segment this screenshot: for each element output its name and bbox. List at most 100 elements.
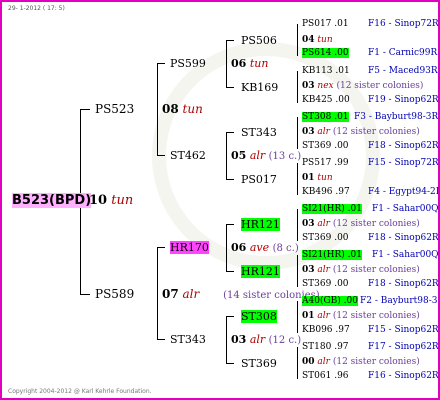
line <box>226 316 227 363</box>
gen5-entry-1: 04 tun <box>302 36 333 45</box>
gen3-type-3: ave <box>249 241 270 254</box>
gen5-line1-3[interactable]: ST308 .01 <box>302 112 349 122</box>
gen5-origin1-6: F1 - Sahar00Q <box>372 250 439 260</box>
gen3-entry-4: 03 alr (12 c.) <box>231 334 301 346</box>
gen3-type-2: alr <box>249 149 266 162</box>
root-year: 10 <box>89 193 108 208</box>
gen3-type-1: tun <box>249 57 269 70</box>
line <box>297 301 298 333</box>
gen5-year-5: 03 <box>302 219 315 229</box>
gen5-line1-4[interactable]: PS517 .99 <box>302 159 349 168</box>
gen3-year-1: 06 <box>231 57 247 70</box>
gen2-queen-1[interactable]: PS523 <box>95 103 134 115</box>
line <box>226 132 234 133</box>
gen5-line1-7[interactable]: A40(GB) .00 <box>302 296 358 306</box>
line <box>226 224 234 225</box>
line <box>226 179 234 180</box>
gen5-sisters-5: (12 sister colonies) <box>332 219 420 229</box>
gen5-year-3: 03 <box>302 127 315 137</box>
gen3-queen-3[interactable]: HR170 <box>170 241 209 254</box>
line <box>297 163 298 195</box>
gen5-sisters-3: (12 sister colonies) <box>332 127 420 137</box>
gen3-queen-1[interactable]: PS599 <box>170 58 206 69</box>
gen5-line1-6[interactable]: SI21(HR) .01 <box>302 250 362 260</box>
gen3-sisters-2: (13 c.) <box>268 151 302 162</box>
root-queen-id[interactable]: B523(BPD) <box>12 193 92 208</box>
gen5-origin1-3: F3 - Bayburt98-3R <box>354 112 439 122</box>
line <box>157 247 158 339</box>
gen2-type-2: alr <box>182 287 200 301</box>
line <box>226 271 234 272</box>
line <box>157 155 165 156</box>
gen5-year-8: 00 <box>302 357 315 367</box>
gen5-line2-8[interactable]: ST061 .96 <box>302 372 349 381</box>
gen5-line2-3[interactable]: ST369 .00 <box>302 142 349 151</box>
gen5-origin2-8: F16 - Sinop62R <box>368 371 439 381</box>
gen5-type-2: nex <box>317 81 334 91</box>
gen4-queen-1[interactable]: PS506 <box>241 35 277 46</box>
gen2-year-1: 08 <box>162 102 179 116</box>
gen3-queen-2[interactable]: ST462 <box>170 150 206 161</box>
line <box>80 109 90 110</box>
gen5-origin1-5: F1 - Sahar00Q <box>372 204 439 214</box>
gen2-entry-1: 08 tun <box>162 103 203 115</box>
header-date: 29- 1-2012 ( 17: 5) <box>8 5 65 12</box>
gen5-year-6: 03 <box>302 265 315 275</box>
gen5-origin1-4: F15 - Sinop72R <box>368 158 439 168</box>
gen5-line1-8[interactable]: ST180 .97 <box>302 343 349 352</box>
line <box>297 71 298 103</box>
gen3-sisters-3: (8 c.) <box>272 243 299 254</box>
gen5-line2-7[interactable]: KB096 .97 <box>302 326 350 335</box>
line <box>297 209 298 241</box>
gen5-origin2-6: F18 - Sinop62R <box>368 279 439 289</box>
gen3-entry-1: 06 tun <box>231 58 268 69</box>
gen4-queen-2[interactable]: KB169 <box>241 82 278 93</box>
gen3-entry-3: 06 ave (8 c.) <box>231 242 299 254</box>
gen5-origin2-4: F4 - Egypt94-2R <box>368 187 440 197</box>
gen5-origin2-1: F1 - Carnic99R <box>368 48 438 58</box>
gen5-line2-1[interactable]: PS614 .00 <box>302 48 349 58</box>
gen4-queen-5[interactable]: HR121 <box>241 218 280 231</box>
gen3-year-2: 05 <box>231 149 247 162</box>
line <box>157 339 165 340</box>
gen5-entry-3: 03 alr (12 sister colonies) <box>302 128 420 137</box>
gen2-queen-2[interactable]: PS589 <box>95 288 134 300</box>
gen5-type-4: tun <box>317 173 333 183</box>
gen3-year-4: 03 <box>231 333 247 346</box>
gen5-origin1-2: F5 - Maced93R <box>368 66 438 76</box>
gen4-queen-8[interactable]: ST369 <box>241 358 277 369</box>
gen5-year-2: 03 <box>302 81 315 91</box>
gen4-queen-7[interactable]: ST308 <box>241 310 277 323</box>
gen3-queen-4[interactable]: ST343 <box>170 334 206 345</box>
gen4-queen-6[interactable]: HR121 <box>241 265 280 278</box>
gen5-entry-5: 03 alr (12 sister colonies) <box>302 220 420 229</box>
gen5-line2-2[interactable]: KB425 .00 <box>302 96 350 105</box>
footer-copyright: Copyright 2004-2012 @ Karl Kehrle Founda… <box>8 388 152 395</box>
line <box>297 347 298 379</box>
gen5-line2-5[interactable]: ST369 .00 <box>302 234 349 243</box>
gen5-origin1-7: F2 - Bayburt98-3R <box>360 296 440 306</box>
gen5-line2-6[interactable]: ST369 .00 <box>302 280 349 289</box>
gen5-entry-4: 01 tun <box>302 174 333 183</box>
gen3-entry-2: 05 alr (13 c.) <box>231 150 301 162</box>
line <box>80 294 90 295</box>
gen5-type-6: alr <box>317 265 330 275</box>
gen5-origin1-1: F16 - Sinop72R <box>368 19 439 29</box>
gen3-type-4: alr <box>249 333 266 346</box>
gen5-line1-2[interactable]: KB113 .01 <box>302 67 350 76</box>
gen5-entry-2: 03 nex (12 sister colonies) <box>302 82 423 91</box>
gen5-line1-5[interactable]: SI21(HR) .01 <box>302 204 362 214</box>
gen5-line2-4[interactable]: KB496 .97 <box>302 188 350 197</box>
gen5-entry-7: 01 alr (12 sister colonies) <box>302 312 420 321</box>
gen4-queen-3[interactable]: ST343 <box>241 127 277 138</box>
gen5-type-5: alr <box>317 219 330 229</box>
gen3-sisters-4: (12 c.) <box>268 335 302 346</box>
gen5-year-1: 04 <box>302 35 315 45</box>
gen5-sisters-2: (12 sister colonies) <box>336 81 424 91</box>
gen4-queen-4[interactable]: PS017 <box>241 174 277 185</box>
pedigree-frame: 29- 1-2012 ( 17: 5) B523(BPD) 10 tun PS5… <box>0 0 440 400</box>
gen5-entry-6: 03 alr (12 sister colonies) <box>302 266 420 275</box>
gen5-year-7: 01 <box>302 311 315 321</box>
gen5-line1-1[interactable]: PS017 .01 <box>302 20 349 29</box>
line <box>226 40 234 41</box>
